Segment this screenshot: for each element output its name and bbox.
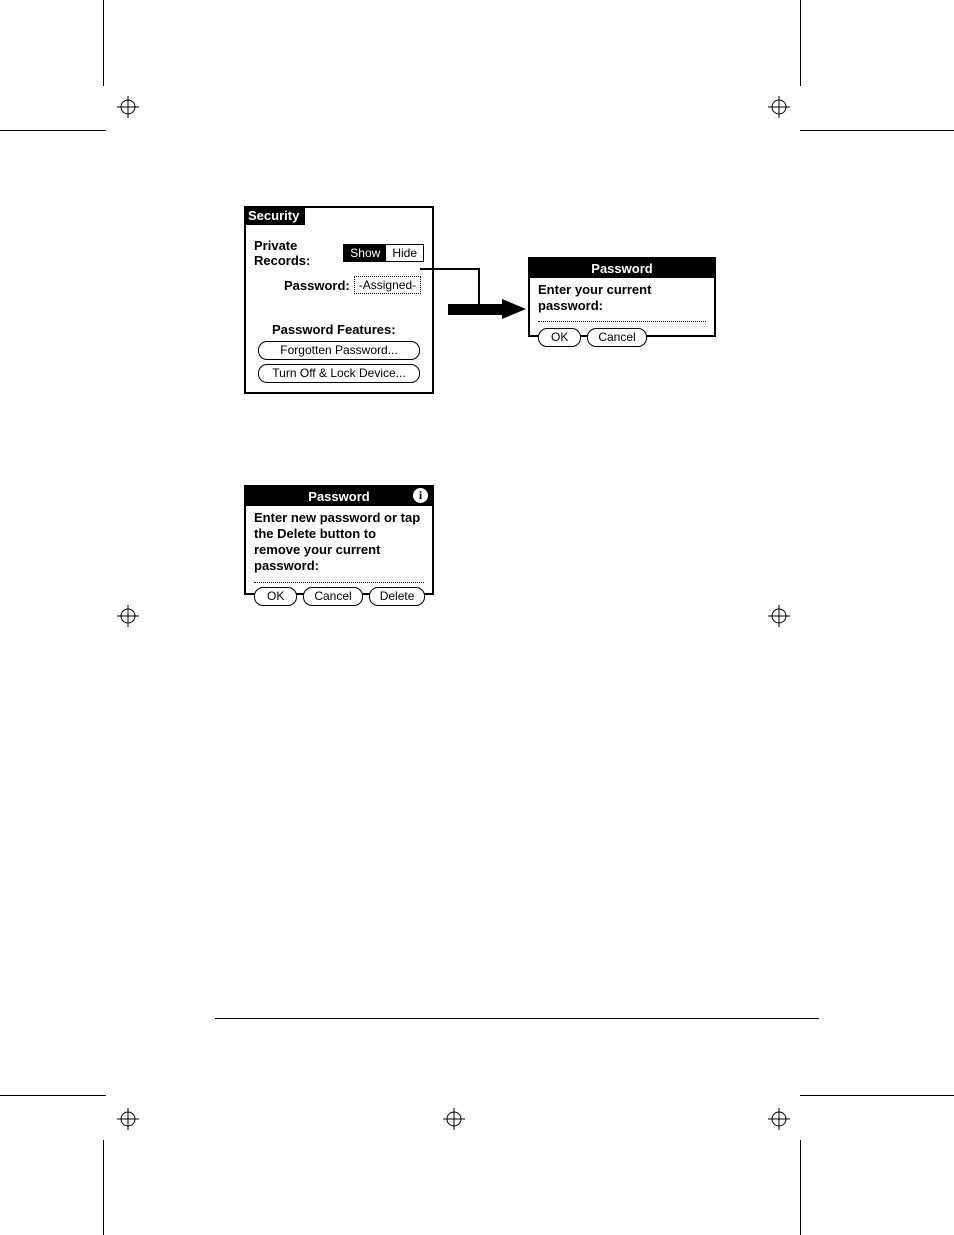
arrow-shaft bbox=[448, 304, 510, 315]
crop-mark-icon bbox=[117, 605, 139, 627]
new-password-prompt: Enter new password or tap the Delete but… bbox=[254, 510, 424, 574]
crop-mark-icon bbox=[443, 1108, 465, 1130]
crop-mark-icon bbox=[768, 605, 790, 627]
ok-button[interactable]: OK bbox=[538, 328, 581, 347]
password-label: Password: bbox=[284, 278, 350, 293]
new-password-dialog: Password i Enter new password or tap the… bbox=[244, 485, 434, 595]
trim-line bbox=[103, 1140, 104, 1235]
lock-device-button[interactable]: Turn Off & Lock Device... bbox=[258, 364, 420, 383]
new-password-title-text: Password bbox=[308, 489, 369, 504]
trim-line bbox=[800, 1095, 954, 1096]
arrow-head-icon bbox=[502, 299, 526, 319]
trim-line bbox=[800, 0, 801, 86]
footer-divider bbox=[215, 1018, 819, 1019]
trim-line bbox=[800, 130, 954, 131]
forgotten-password-button[interactable]: Forgotten Password... bbox=[258, 341, 420, 360]
trim-line bbox=[800, 1140, 801, 1235]
crop-mark-icon bbox=[768, 96, 790, 118]
crop-mark-icon bbox=[117, 1108, 139, 1130]
password-input-line[interactable] bbox=[538, 321, 706, 322]
cancel-button[interactable]: Cancel bbox=[587, 328, 646, 347]
show-option[interactable]: Show bbox=[344, 245, 386, 261]
new-password-input-line[interactable] bbox=[254, 582, 424, 583]
security-panel: Security Private Records: Show Hide Pass… bbox=[244, 206, 434, 394]
trim-line bbox=[103, 0, 104, 86]
delete-button[interactable]: Delete bbox=[369, 587, 426, 606]
hide-option[interactable]: Hide bbox=[386, 245, 423, 261]
current-password-dialog: Password Enter your current password: OK… bbox=[528, 257, 716, 337]
private-records-label: Private Records: bbox=[254, 238, 339, 268]
trim-line bbox=[0, 1095, 106, 1096]
password-features-label: Password Features: bbox=[272, 322, 424, 337]
crop-mark-icon bbox=[768, 1108, 790, 1130]
connector-line bbox=[420, 268, 480, 270]
crop-mark-icon bbox=[117, 96, 139, 118]
new-password-title: Password i bbox=[246, 487, 432, 506]
security-title: Security bbox=[244, 206, 305, 225]
cancel-button[interactable]: Cancel bbox=[303, 587, 362, 606]
current-password-prompt: Enter your current password: bbox=[538, 282, 706, 314]
private-records-toggle[interactable]: Show Hide bbox=[343, 244, 424, 262]
current-password-title: Password bbox=[530, 259, 714, 278]
password-value-selector[interactable]: -Assigned- bbox=[354, 276, 421, 294]
trim-line bbox=[0, 130, 106, 131]
info-icon[interactable]: i bbox=[413, 488, 428, 503]
ok-button[interactable]: OK bbox=[254, 587, 297, 606]
